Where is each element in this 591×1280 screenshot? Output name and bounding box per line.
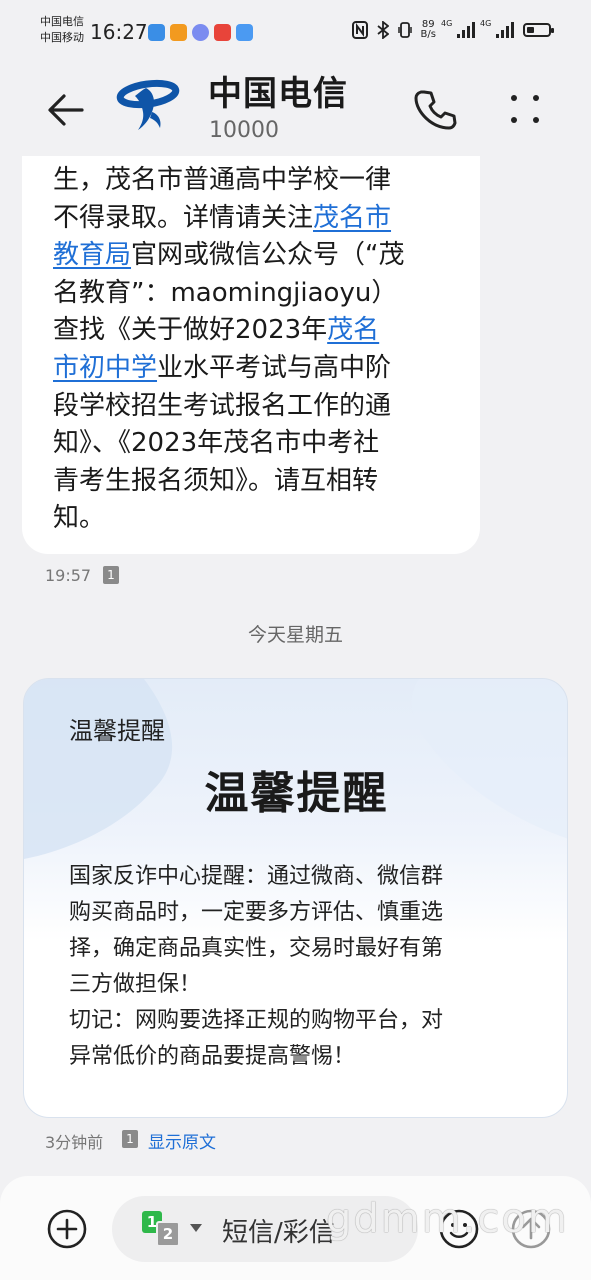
message-line: 不得录取。详情请关注茂名市 bbox=[53, 200, 460, 238]
battery-icon bbox=[523, 23, 554, 37]
message-bubble[interactable]: 生，茂名市普通高中学校一律 不得录取。详情请关注茂名市 教育局官网或微信公众号（“茂… bbox=[22, 156, 480, 554]
message-link[interactable]: 茂名 bbox=[327, 315, 379, 345]
phone-call-icon[interactable] bbox=[412, 86, 458, 132]
message-link[interactable]: 市初中学 bbox=[53, 353, 157, 383]
card-body-line: 异常低价的商品要提高警惕！ bbox=[69, 1044, 356, 1069]
card-body-line: 切记：网购要选择正规的购物平台，对 bbox=[69, 1008, 444, 1033]
back-button[interactable] bbox=[44, 86, 92, 134]
message-text: 段学校招生考试报名工作的通 bbox=[53, 390, 392, 421]
reminder-card[interactable]: 温馨提醒 温馨提醒 国家反诈中心提醒：通过微商、微信群 购买商品时，一定要多方评估… bbox=[23, 678, 568, 1118]
conversation-header: 中国电信 10000 bbox=[0, 62, 591, 158]
add-attachment-icon[interactable] bbox=[46, 1208, 88, 1250]
message-text: 业水平考试与高中阶 bbox=[157, 352, 392, 383]
message-link[interactable]: 茂名市 bbox=[313, 203, 391, 233]
card-body-line: 国家反诈中心提醒：通过微商、微信群 bbox=[69, 864, 444, 889]
nfc-icon bbox=[351, 21, 368, 39]
day-divider: 今天星期五 bbox=[247, 624, 343, 646]
china-telecom-logo bbox=[116, 79, 180, 130]
card-body-line: 购买商品时，一定要多方评估、慎重选 bbox=[69, 900, 444, 925]
message-text: 不得录取。详情请关注 bbox=[53, 202, 314, 233]
contact-number: 10000 bbox=[209, 118, 279, 143]
card-body: 国家反诈中心提醒：通过微商、微信群 购买商品时，一定要多方评估、慎重选 择，确定商品… bbox=[69, 859, 549, 1075]
sim-secondary-badge: 2 bbox=[156, 1221, 180, 1247]
message-link[interactable]: 教育局 bbox=[53, 240, 131, 270]
message-line: 生，茂名市普通高中学校一律 bbox=[53, 162, 460, 200]
red-app-icon bbox=[214, 24, 231, 41]
message-line: 段学校招生考试报名工作的通 bbox=[53, 388, 460, 426]
notification-icons bbox=[148, 24, 253, 41]
card-message-time: 3分钟前 bbox=[45, 1133, 104, 1152]
message-text: 青考生报名须知》。请互相转 bbox=[53, 465, 379, 496]
video-app-icon bbox=[170, 24, 187, 41]
network-speed: 89 B/s bbox=[421, 20, 436, 40]
watermark: gdmm.com bbox=[326, 1196, 569, 1242]
carrier-2: 中国移动 bbox=[40, 31, 84, 44]
status-indicators: 89 B/s 4G 4G bbox=[351, 19, 554, 40]
status-time: 16:27 bbox=[90, 20, 148, 44]
cloud-app-icon bbox=[236, 24, 253, 41]
signal-2-label: 4G bbox=[480, 19, 492, 28]
message-line: 青考生报名须知》。请互相转 bbox=[53, 463, 460, 501]
bluetooth-icon bbox=[376, 21, 389, 39]
message-line: 名教育”：maomingjiaoyu） bbox=[53, 275, 460, 313]
message-text: 知。 bbox=[53, 503, 106, 534]
chevron-down-icon[interactable] bbox=[190, 1224, 202, 1232]
carrier-1: 中国电信 bbox=[40, 15, 84, 28]
card-title: 温馨提醒 bbox=[204, 768, 389, 819]
message-line: 知》、《2023年茂名市中考社 bbox=[53, 425, 460, 463]
carrier-info: 中国电信 中国移动 bbox=[40, 14, 84, 46]
message-line: 教育局官网或微信公众号（“茂 bbox=[53, 237, 460, 275]
sim-card-badge: 1 bbox=[103, 566, 119, 584]
card-body-line: 三方做担保！ bbox=[69, 972, 202, 997]
signal-1-label: 4G bbox=[441, 19, 453, 28]
message-text: 生，茂名市普通高中学校一律 bbox=[53, 165, 392, 195]
compose-placeholder: 短信/彩信 bbox=[222, 1218, 335, 1248]
contact-name: 中国电信 bbox=[208, 74, 348, 114]
message-text: 查找《关于做好2023年 bbox=[53, 315, 328, 346]
message-text: 官网或微信公众号（“茂 bbox=[131, 240, 405, 271]
vibrate-icon bbox=[397, 22, 412, 38]
message-time: 19:57 bbox=[45, 566, 92, 585]
show-original-link[interactable]: 显示原文 bbox=[148, 1128, 216, 1153]
message-text: 知》、《2023年茂名市中考社 bbox=[53, 428, 380, 459]
status-bar: 中国电信 中国移动 16:27 89 B/s 4G 4G bbox=[0, 0, 591, 62]
message-line: 市初中学业水平考试与高中阶 bbox=[53, 350, 460, 388]
message-line: 查找《关于做好2023年茂名 bbox=[53, 312, 460, 350]
card-body-line: 择，确定商品真实性，交易时最好有第 bbox=[69, 936, 444, 961]
more-options-icon[interactable] bbox=[502, 86, 548, 132]
message-text: 名教育”：maomingjiaoyu） bbox=[53, 277, 398, 308]
card-sim-badge: 1 bbox=[122, 1130, 138, 1148]
signal-1-icon: 4G bbox=[441, 19, 475, 38]
sim-selector[interactable]: 1 2 bbox=[142, 1211, 188, 1247]
music-app-icon bbox=[192, 24, 209, 41]
signal-2-icon: 4G bbox=[480, 19, 514, 38]
message-line: 知。 bbox=[53, 500, 460, 538]
battery-fill bbox=[527, 27, 534, 33]
weather-app-icon bbox=[148, 24, 165, 41]
card-label: 温馨提醒 bbox=[69, 717, 165, 745]
network-speed-unit: B/s bbox=[420, 29, 436, 40]
